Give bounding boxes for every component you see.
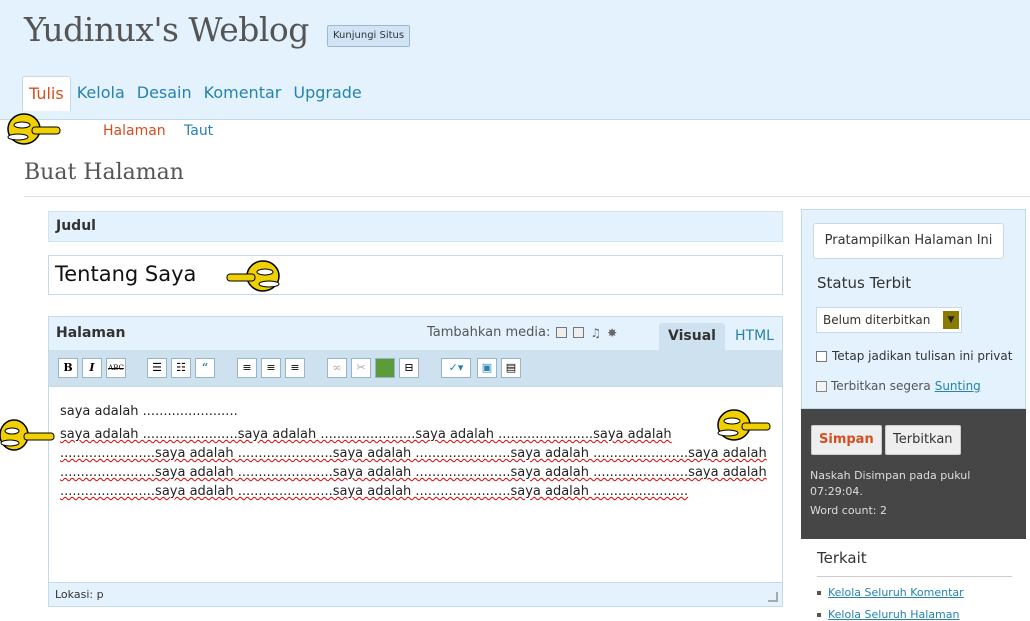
- publish-status-select[interactable]: Belum diterbitkan ▼: [816, 307, 962, 333]
- related-link-comments[interactable]: Kelola Seluruh Komentar: [817, 586, 964, 599]
- insert-more-icon[interactable]: ⊟: [399, 358, 419, 378]
- publish-button[interactable]: Terbitkan: [885, 425, 961, 455]
- content-line-1: saya adalah .......................: [60, 404, 238, 419]
- related-link-label[interactable]: Kelola Seluruh Halaman: [828, 608, 960, 621]
- admin-header: Yudinux's Weblog Kunjungi Situs Tulis Ke…: [0, 0, 1030, 120]
- insert-link-icon[interactable]: ∞: [327, 358, 347, 378]
- tab-html[interactable]: HTML: [731, 323, 778, 350]
- add-media-label: Tambahkan media:: [427, 325, 551, 340]
- subnav-taut[interactable]: Taut: [184, 123, 213, 139]
- title-section-label: Judul: [56, 218, 96, 234]
- divider: [817, 576, 1012, 577]
- nav-tab-tulis[interactable]: Tulis: [22, 76, 71, 111]
- add-image-icon[interactable]: [556, 327, 568, 338]
- nav-tab-komentar[interactable]: Komentar: [198, 76, 288, 110]
- resize-grip-icon[interactable]: [768, 592, 778, 602]
- visit-site-button[interactable]: Kunjungi Situs: [327, 25, 411, 47]
- add-media-icon[interactable]: ✸: [607, 326, 617, 340]
- strikethrough-button[interactable]: ABC: [106, 358, 126, 378]
- related-heading: Terkait: [817, 549, 867, 567]
- editor-toolbar: B I ABC ☰ ☷ “ ≡ ≡ ≡ ∞ ✂ ⊟ ✓▾ ▣ ▤: [49, 350, 782, 387]
- spellcheck-icon[interactable]: ✓▾: [441, 358, 471, 378]
- draft-saved-text: Naskah Disimpan pada pukul 07:29:04.: [810, 469, 971, 498]
- private-checkbox[interactable]: [816, 350, 827, 362]
- publish-box: Pratampilkan Halaman Ini Status Terbit B…: [801, 209, 1026, 409]
- unlink-icon[interactable]: ✂: [351, 358, 371, 378]
- pointing-hand-mascot-icon: [0, 419, 55, 451]
- content-paragraph: saya adalah .......................saya …: [60, 427, 767, 499]
- related-link-pages[interactable]: Kelola Seluruh Halaman: [817, 608, 960, 621]
- publish-status-heading: Status Terbit: [817, 274, 912, 292]
- numbered-list-icon[interactable]: ☷: [171, 358, 191, 378]
- private-label: Tetap jadikan tulisan ini privat: [832, 349, 1013, 363]
- page-editor: Halaman Tambahkan media: ♫ ✸ Visual HTML…: [48, 316, 783, 607]
- tab-visual[interactable]: Visual: [659, 323, 725, 350]
- fullscreen-icon[interactable]: ▣: [477, 358, 497, 378]
- save-button[interactable]: Simpan: [811, 425, 882, 455]
- preview-page-button[interactable]: Pratampilkan Halaman Ini: [813, 223, 1004, 259]
- bullet-icon: [817, 590, 821, 595]
- calendar-icon: [816, 380, 827, 392]
- divider: [24, 196, 1030, 197]
- add-media-bar: Tambahkan media: ♫ ✸: [427, 325, 617, 340]
- editor-content[interactable]: saya adalah ....................... saya…: [49, 388, 782, 582]
- nav-tab-desain[interactable]: Desain: [131, 76, 198, 110]
- save-box: Simpan Terbitkan Naskah Disimpan pada pu…: [801, 409, 1026, 539]
- blockquote-button[interactable]: “: [195, 358, 215, 378]
- bold-button[interactable]: B: [58, 358, 78, 378]
- editor-status-bar: Lokasi: p: [49, 582, 782, 606]
- word-count: Word count: 2: [810, 504, 888, 517]
- subnav-halaman[interactable]: Halaman: [103, 123, 166, 139]
- add-audio-icon[interactable]: ♫: [590, 326, 601, 340]
- pointing-hand-mascot-icon: [717, 409, 771, 441]
- publish-sidebar: Pratampilkan Halaman Ini Status Terbit B…: [801, 209, 1026, 621]
- publish-immediately-text: Terbitkan segera: [831, 379, 931, 393]
- status-select-value: Belum diterbitkan: [823, 313, 931, 327]
- align-right-icon[interactable]: ≡: [285, 358, 305, 378]
- add-video-icon[interactable]: [573, 327, 585, 338]
- publish-schedule: Terbitkan segera Sunting: [816, 379, 981, 393]
- pointing-hand-mascot-icon: [226, 260, 280, 292]
- bullet-icon: [817, 612, 821, 617]
- site-title: Yudinux's Weblog: [24, 10, 309, 49]
- title-input[interactable]: Tentang Saya: [48, 255, 783, 295]
- private-option[interactable]: Tetap jadikan tulisan ini privat: [816, 349, 1012, 363]
- bullet-list-icon[interactable]: ☰: [147, 358, 167, 378]
- main-nav: Tulis Kelola Desain Komentar Upgrade: [22, 76, 368, 111]
- italic-button[interactable]: I: [82, 358, 102, 378]
- editor-header: Halaman Tambahkan media: ♫ ✸ Visual HTML: [49, 317, 782, 350]
- insert-image-icon[interactable]: [375, 358, 395, 378]
- nav-tab-kelola[interactable]: Kelola: [71, 76, 131, 110]
- pointing-hand-mascot-icon: [7, 113, 61, 145]
- sub-nav: Halaman Taut: [0, 120, 1030, 150]
- title-section-header: Judul: [48, 211, 783, 242]
- nav-tab-upgrade[interactable]: Upgrade: [287, 76, 367, 110]
- align-center-icon[interactable]: ≡: [261, 358, 281, 378]
- path-status: Lokasi: p: [55, 588, 104, 601]
- editor-label: Halaman: [56, 325, 126, 341]
- page-title: Buat Halaman: [24, 160, 184, 185]
- align-left-icon[interactable]: ≡: [237, 358, 257, 378]
- kitchen-sink-icon[interactable]: ▤: [501, 358, 521, 378]
- related-link-label[interactable]: Kelola Seluruh Komentar: [828, 586, 964, 599]
- edit-schedule-link[interactable]: Sunting: [935, 379, 981, 393]
- dropdown-arrow-icon[interactable]: ▼: [943, 311, 959, 329]
